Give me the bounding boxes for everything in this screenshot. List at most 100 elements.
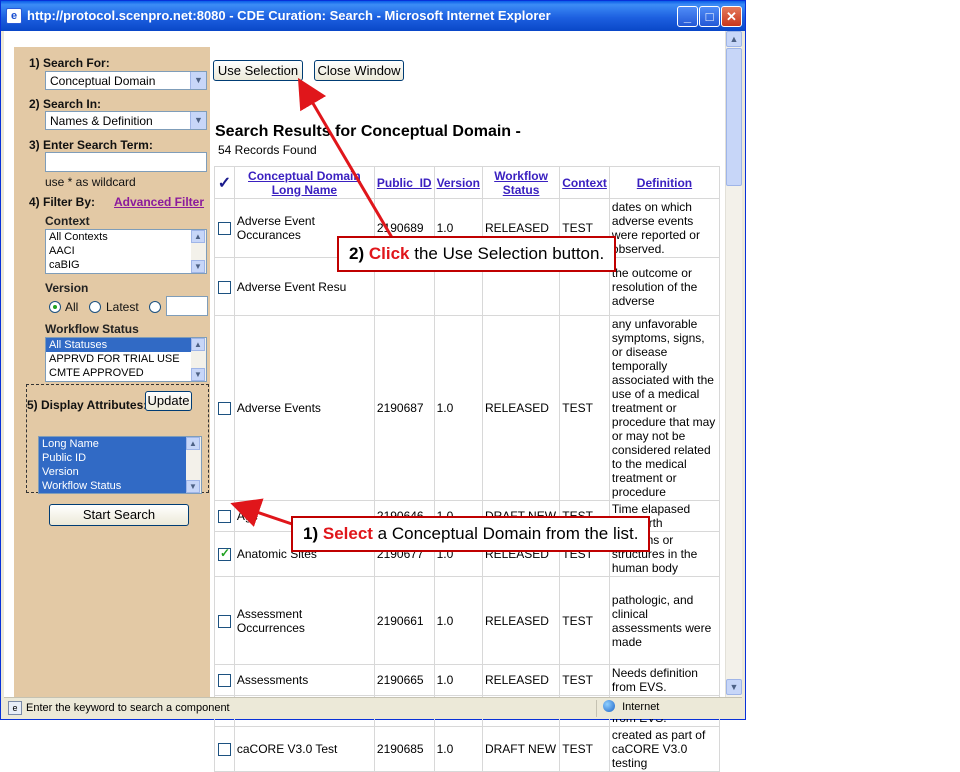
scrollbar-thumb[interactable] [726, 48, 742, 186]
row-select-checkbox[interactable] [217, 546, 231, 562]
listbox-scrollbar[interactable]: ▲ ▼ [186, 437, 201, 493]
browser-window: e http://protocol.scenpro.net:8080 - CDE… [0, 0, 746, 772]
context-cell: TEST [559, 315, 610, 501]
page-scrollbar[interactable]: ▲ ▼ [725, 31, 742, 697]
close-window-icon[interactable]: ✕ [721, 6, 742, 27]
table-row[interactable]: Adverse Events 2190687 1.0 RELEASED TEST any … [214, 315, 721, 501]
context-cell: TEST [559, 726, 610, 772]
column-header-definition[interactable]: Definition [608, 166, 721, 199]
list-item[interactable]: Long Name [39, 437, 201, 451]
column-header-context[interactable]: Context [559, 166, 610, 199]
list-item[interactable]: Workflow Status [39, 479, 201, 493]
status-cell: RELEASED [481, 576, 561, 665]
column-header-version[interactable]: Version [433, 166, 483, 199]
close-window-button[interactable]: Close Window [314, 60, 404, 81]
display-attributes-group: 5) Display Attributes: Update Long Name … [26, 384, 209, 494]
callout-step-2-text: the Use Selection button. [409, 244, 605, 263]
row-select-checkbox[interactable] [217, 743, 231, 757]
context-listbox[interactable]: All Contexts AACI caBIG ▲ ▼ [45, 229, 207, 274]
context-cell: TEST [559, 576, 610, 665]
chevron-down-icon[interactable]: ▼ [191, 260, 205, 273]
search-in-select[interactable]: Names & Definition ▼ [45, 111, 207, 130]
chevron-down-icon[interactable]: ▼ [190, 72, 206, 89]
status-cell: RELEASED [481, 315, 561, 501]
list-item[interactable]: APPRVD FOR TRIAL USE [46, 352, 206, 366]
table-row[interactable]: Assessments 2190665 1.0 RELEASED TEST Needs d… [214, 664, 721, 696]
listbox-scrollbar[interactable]: ▲ ▼ [191, 230, 206, 273]
use-selection-button[interactable]: Use Selection [213, 60, 303, 81]
start-search-button[interactable]: Start Search [49, 504, 189, 526]
table-row[interactable]: caCORE V3.0 Test 2190685 1.0 DRAFT NEW TEST c… [214, 726, 721, 772]
version-latest-radio[interactable] [89, 301, 101, 313]
column-header-public-id[interactable]: Public_ID [373, 166, 435, 199]
row-select-checkbox[interactable] [217, 614, 231, 628]
display-attributes-listbox[interactable]: Long Name Public ID Version Workflow Sta… [38, 436, 202, 494]
select-all-icon[interactable]: ✓ [214, 166, 235, 199]
version-specific-radio[interactable] [149, 301, 161, 313]
maximize-button[interactable]: □ [699, 6, 720, 27]
list-item[interactable]: caBIG [46, 258, 206, 272]
table-row[interactable]: Assessment Occurrences 2190661 1.0 RELEASED… [214, 576, 721, 665]
row-select-checkbox[interactable] [217, 674, 231, 688]
context-cell: TEST [559, 664, 610, 696]
chevron-up-icon[interactable]: ▲ [726, 31, 742, 47]
row-select-checkbox[interactable] [217, 402, 231, 416]
security-zone: Internet [596, 700, 726, 717]
chevron-up-icon[interactable]: ▲ [191, 230, 205, 243]
advanced-filter-link[interactable]: Advanced Filter [114, 195, 204, 209]
row-select-checkbox[interactable] [217, 280, 231, 294]
workflow-status-label: Workflow Status [45, 322, 139, 336]
list-item[interactable]: Public ID [39, 451, 201, 465]
version-all-radio[interactable] [49, 301, 61, 313]
definition-cell: Needs definition from EVS. [608, 664, 721, 696]
version-label: Version [45, 281, 89, 295]
version-cell: 1.0 [433, 664, 483, 696]
callout-step-1-text: a Conceptual Domain from the list. [372, 524, 639, 543]
name-cell: Adverse Events [233, 315, 375, 501]
name-cell: caCORE V3.0 Test [233, 726, 375, 772]
definition-cell: dates on which adverse events were repor… [608, 198, 721, 258]
list-item[interactable]: CMTE APPROVED [46, 366, 206, 380]
callout-step-1: 1) Select a Conceptual Domain from the l… [291, 516, 651, 552]
search-in-label: 2) Search In: [29, 97, 102, 111]
search-term-label: 3) Enter Search Term: [29, 138, 153, 152]
check [214, 576, 235, 665]
search-for-value: Conceptual Domain [50, 74, 156, 88]
public-id-cell: 2190685 [373, 726, 435, 772]
status-cell: DRAFT NEW [481, 726, 561, 772]
column-header-name[interactable]: Conceptual Domain Long Name [233, 166, 375, 199]
definition-cell: pathologic, and clinical assessments wer… [608, 576, 721, 665]
callout-step-1-number: 1) [303, 524, 319, 543]
chevron-down-icon[interactable]: ▼ [190, 112, 206, 129]
public-id-cell: 2190665 [373, 664, 435, 696]
search-for-select[interactable]: Conceptual Domain ▼ [45, 71, 207, 90]
ie-icon: e [6, 8, 22, 24]
list-item[interactable]: AACI [46, 244, 206, 258]
list-item[interactable]: All Contexts [46, 230, 206, 244]
chevron-down-icon[interactable]: ▼ [191, 368, 205, 381]
filter-by-label: 4) Filter By: [29, 195, 96, 209]
workflow-status-listbox[interactable]: All Statuses APPRVD FOR TRIAL USE CMTE A… [45, 337, 207, 382]
definition-cell: created as part of caCORE V3.0 testing [608, 726, 721, 772]
chevron-down-icon[interactable]: ▼ [726, 679, 742, 695]
column-header-workflow-status[interactable]: Workflow Status [481, 166, 561, 199]
chevron-up-icon[interactable]: ▲ [186, 437, 200, 450]
list-item[interactable]: All Statuses [46, 338, 206, 352]
list-item[interactable]: Version [39, 465, 201, 479]
version-input[interactable] [166, 296, 208, 316]
search-term-input[interactable] [45, 152, 207, 172]
title-bar: e http://protocol.scenpro.net:8080 - CDE… [1, 1, 745, 31]
minimize-button[interactable]: _ [677, 6, 698, 27]
chevron-up-icon[interactable]: ▲ [191, 338, 205, 351]
update-button[interactable]: Update [145, 391, 192, 411]
check [214, 726, 235, 772]
callout-step-2: 2) Click the Use Selection button. [337, 236, 617, 272]
definition-cell: the outcome or resolution of the adverse [608, 257, 721, 316]
row-select-checkbox[interactable] [217, 222, 231, 236]
chevron-down-icon[interactable]: ▼ [186, 480, 200, 493]
version-cell: 1.0 [433, 576, 483, 665]
version-cell: 1.0 [433, 315, 483, 501]
check [214, 500, 235, 532]
listbox-scrollbar[interactable]: ▲ ▼ [191, 338, 206, 381]
row-select-checkbox[interactable] [217, 510, 231, 524]
